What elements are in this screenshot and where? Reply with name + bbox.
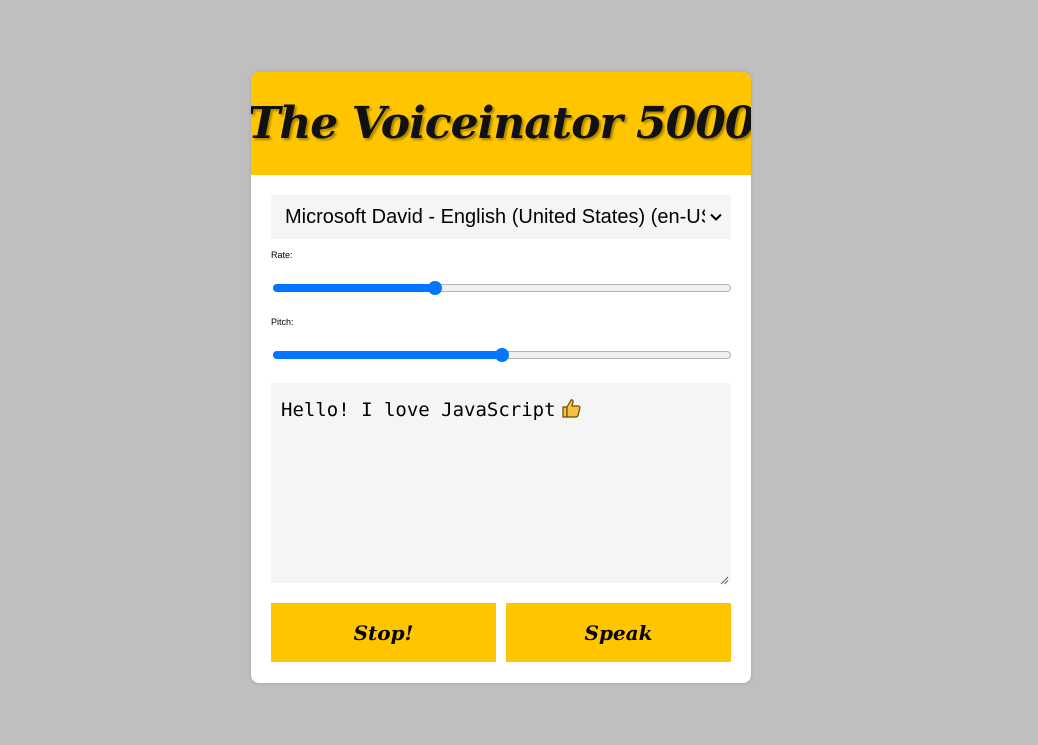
voice-select[interactable]: Microsoft David - English (United States…	[271, 195, 731, 239]
resize-handle-icon[interactable]	[720, 572, 729, 585]
pitch-slider[interactable]	[271, 347, 731, 363]
rate-slider[interactable]	[271, 280, 731, 296]
voice-select-value: Microsoft David - English (United States…	[285, 205, 705, 228]
speak-button[interactable]: Speak	[506, 603, 731, 662]
rate-slider-thumb[interactable]	[428, 281, 443, 295]
pitch-label: Pitch:	[271, 317, 294, 327]
thumbs-up-icon	[560, 397, 582, 424]
voiceinator-panel: The Voiceinator 5000 Microsoft David - E…	[251, 72, 751, 683]
rate-slider-fill	[273, 284, 436, 292]
chevron-down-icon	[709, 210, 723, 224]
header: The Voiceinator 5000	[251, 72, 751, 175]
pitch-slider-fill	[273, 351, 502, 359]
app-title: The Voiceinator 5000	[251, 98, 751, 149]
rate-label: Rate:	[271, 250, 293, 260]
message-textarea[interactable]: Hello! I love JavaScript	[271, 383, 731, 585]
stop-button[interactable]: Stop!	[271, 603, 496, 662]
message-text: Hello! I love JavaScript	[281, 399, 556, 421]
pitch-slider-thumb[interactable]	[495, 348, 509, 362]
